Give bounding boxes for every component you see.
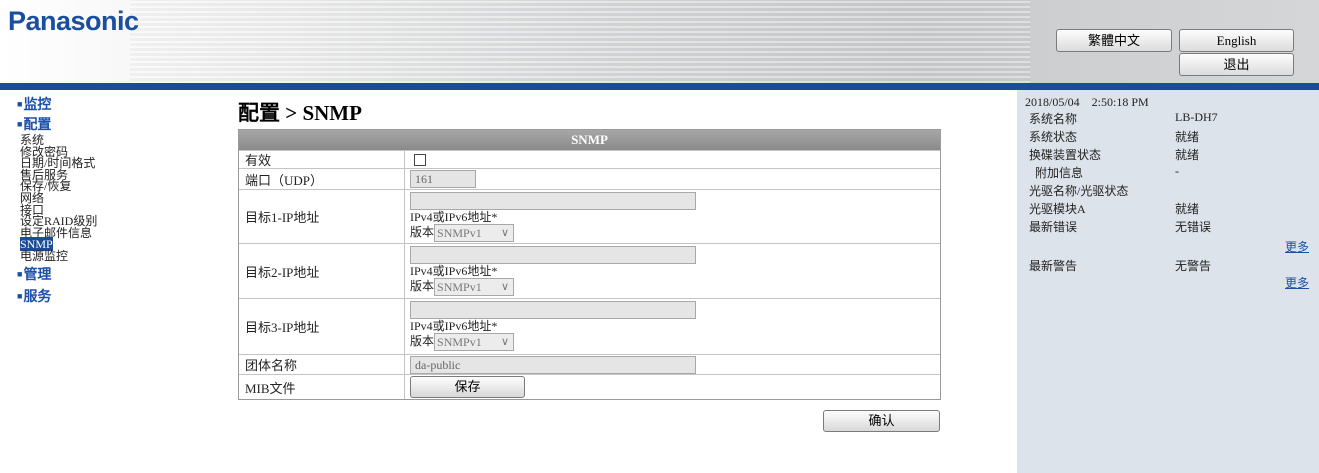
enabled-checkbox[interactable] xyxy=(414,154,426,166)
status-value: 无警告 xyxy=(1175,259,1212,273)
more-errors-link[interactable]: 更多 xyxy=(1285,238,1309,255)
row-mib: MIB文件 保存 xyxy=(239,374,940,399)
header-decoration xyxy=(130,0,1030,83)
nav-section-manage-label: 管理 xyxy=(23,267,52,283)
mib-label: MIB文件 xyxy=(239,375,405,399)
status-date: 2018/05/04 xyxy=(1025,95,1080,109)
status-key: 光驱名称/光驱状态 xyxy=(1029,184,1129,198)
status-row-system-name: 系统名称 LB-DH7 xyxy=(1029,110,1279,126)
status-row-drive-module-a: 光驱模块A 就绪 xyxy=(1029,200,1279,216)
status-key: 系统名称 xyxy=(1029,112,1078,126)
header-divider xyxy=(0,83,1319,90)
bullet-icon: ■ xyxy=(17,99,23,109)
nav-item-power-monitor[interactable]: 电源监控 xyxy=(17,250,137,263)
page-title: 配置 > SNMP xyxy=(238,101,362,125)
status-key: 光驱模块A xyxy=(1029,202,1086,216)
status-row-latest-error: 最新错误 无错误 xyxy=(1029,218,1279,234)
status-datetime: 2018/05/04 2:50:18 PM xyxy=(1025,95,1149,110)
chevron-down-icon: ∨ xyxy=(500,281,510,293)
confirm-button[interactable]: 确认 xyxy=(823,410,940,432)
nav-section-monitor[interactable]: ■监控 xyxy=(17,95,137,115)
row-target-1: 目标1-IP地址 IPv4或IPv6地址* 版本 SNMPv1 ∨ xyxy=(239,189,940,243)
row-target-2: 目标2-IP地址 IPv4或IPv6地址* 版本 SNMPv1 ∨ xyxy=(239,243,940,298)
status-key: 系统状态 xyxy=(1029,130,1078,144)
status-row-changer-status: 换碟装置状态 就绪 xyxy=(1029,146,1279,162)
community-input[interactable]: da-public xyxy=(410,356,696,374)
enabled-label: 有效 xyxy=(239,151,405,168)
target-3-version-label: 版本 xyxy=(410,333,435,348)
status-value: LB-DH7 xyxy=(1175,110,1218,124)
target-3-ip-hint: IPv4或IPv6地址* xyxy=(410,319,498,333)
status-value: 就绪 xyxy=(1175,202,1200,216)
target-2-ip-input[interactable] xyxy=(410,246,696,264)
snmp-settings-table: SNMP 有效 端口（UDP） 161 目标1-IP地址 IPv4或IPv6地址… xyxy=(238,129,941,400)
target-2-label: 目标2-IP地址 xyxy=(239,244,405,298)
status-key: 最新错误 xyxy=(1029,220,1078,234)
nav-section-monitor-label: 监控 xyxy=(23,98,52,113)
nav-section-config-label: 配置 xyxy=(23,118,52,133)
row-port: 端口（UDP） 161 xyxy=(239,168,940,189)
nav-section-manage[interactable]: ■管理 xyxy=(17,265,137,285)
status-time: 2:50:18 PM xyxy=(1091,95,1149,109)
chevron-down-icon: ∨ xyxy=(500,227,510,239)
header-banner: Panasonic 繁體中文 English 退出 xyxy=(0,0,1319,83)
target-1-label: 目标1-IP地址 xyxy=(239,190,405,243)
status-panel: 2018/05/04 2:50:18 PM 系统名称 LB-DH7 系统状态 就绪 … xyxy=(1017,90,1319,473)
target-3-version-select[interactable]: SNMPv1 ∨ xyxy=(434,333,515,351)
row-enabled: 有效 xyxy=(239,150,940,168)
community-label: 团体名称 xyxy=(239,355,405,374)
status-row-drive-name: 光驱名称/光驱状态 xyxy=(1029,182,1279,198)
row-target-3: 目标3-IP地址 IPv4或IPv6地址* 版本 SNMPv1 ∨ xyxy=(239,298,940,354)
mib-save-button[interactable]: 保存 xyxy=(410,376,525,398)
lang-english-button[interactable]: English xyxy=(1179,29,1294,52)
port-input[interactable]: 161 xyxy=(410,170,476,188)
status-row-additional-info: 附加信息 - xyxy=(1029,164,1279,180)
nav-section-config[interactable]: ■配置 xyxy=(17,115,137,135)
target-1-version-select[interactable]: SNMPv1 ∨ xyxy=(434,224,515,242)
status-row-latest-warning: 最新警告 无警告 xyxy=(1029,257,1279,273)
status-key: 换碟装置状态 xyxy=(1029,148,1102,162)
status-value: - xyxy=(1175,164,1179,178)
sidebar-nav: ■监控 ■配置 系统 修改密码 日期/时间格式 售后服务 保存/恢复 网络 接口… xyxy=(17,95,137,307)
target-2-ip-hint: IPv4或IPv6地址* xyxy=(410,264,498,278)
row-community: 团体名称 da-public xyxy=(239,354,940,374)
target-1-version-label: 版本 xyxy=(410,224,435,239)
nav-section-service-label: 服务 xyxy=(23,289,52,305)
status-key: 附加信息 xyxy=(1035,166,1084,180)
nav-section-service[interactable]: ■服务 xyxy=(17,287,137,307)
status-row-system-status: 系统状态 就绪 xyxy=(1029,128,1279,144)
target-1-ip-input[interactable] xyxy=(410,192,696,210)
bullet-icon: ■ xyxy=(17,290,23,301)
status-value: 就绪 xyxy=(1175,148,1200,162)
target-3-label: 目标3-IP地址 xyxy=(239,299,405,354)
target-1-ip-hint: IPv4或IPv6地址* xyxy=(410,210,498,224)
snmp-table-header: SNMP xyxy=(239,130,940,150)
logout-button[interactable]: 退出 xyxy=(1179,53,1294,76)
panasonic-logo: Panasonic xyxy=(8,6,139,36)
more-warnings-link[interactable]: 更多 xyxy=(1285,274,1309,291)
bullet-icon: ■ xyxy=(17,268,23,279)
status-value: 就绪 xyxy=(1175,130,1200,144)
target-3-ip-input[interactable] xyxy=(410,301,696,319)
lang-traditional-chinese-button[interactable]: 繁體中文 xyxy=(1056,29,1172,52)
chevron-down-icon: ∨ xyxy=(500,336,510,348)
bullet-icon: ■ xyxy=(17,119,23,129)
port-label: 端口（UDP） xyxy=(239,169,405,189)
target-2-version-label: 版本 xyxy=(410,278,435,293)
status-key: 最新警告 xyxy=(1029,259,1078,273)
target-2-version-select[interactable]: SNMPv1 ∨ xyxy=(434,278,515,296)
status-value: 无错误 xyxy=(1175,220,1212,234)
